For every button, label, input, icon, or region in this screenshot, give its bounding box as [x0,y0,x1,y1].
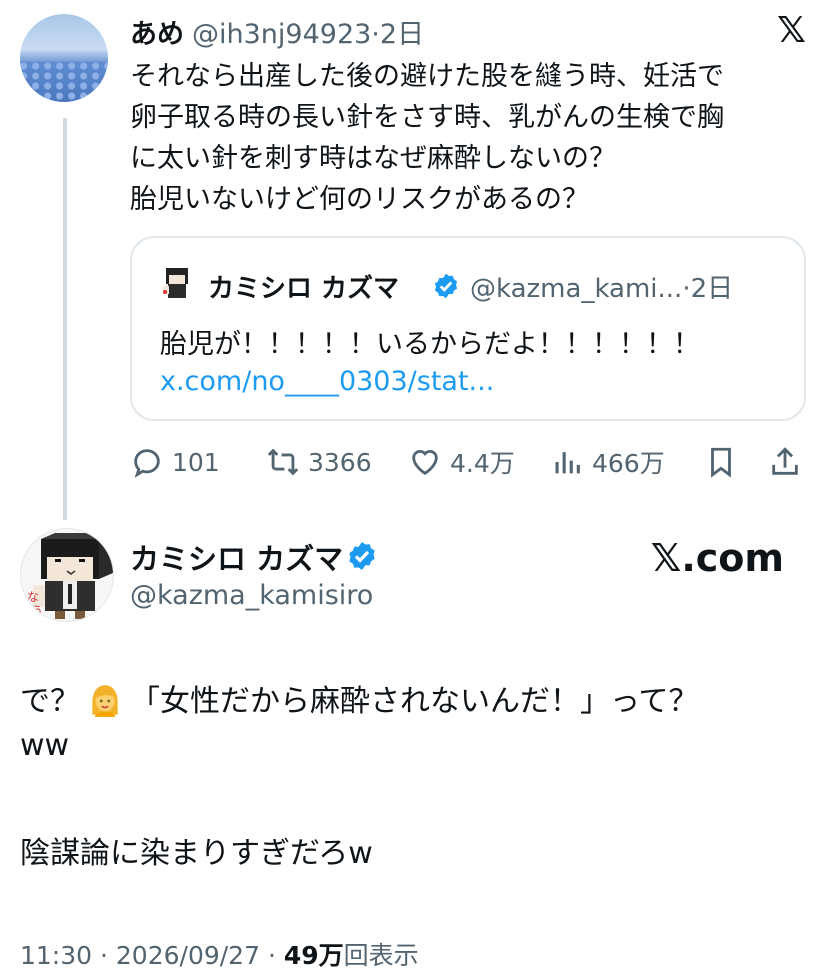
share-button[interactable] [768,440,810,484]
author-name[interactable]: あめ [130,12,184,51]
tweet-text: で？ 「女性だから麻酔されないんだ！」って？ ww 陰謀論に染まりすぎだろw [20,680,810,876]
svg-text:う: う [31,604,43,618]
quoted-author-name: カミシロ カズマ [208,274,400,304]
tweet-line: ww [20,728,70,763]
timestamp[interactable]: 2日 [380,19,424,50]
verified-badge-icon [434,273,458,299]
repost-count: 3366 [308,447,372,477]
avatar[interactable]: な う [20,528,114,622]
view-label: 回表示 [343,941,419,970]
timestamp: 2日 [690,274,734,304]
action-bar: 101 3366 4.4万 466万 [130,440,806,484]
handle-text: @ih3nj94923 [192,19,372,50]
like-button[interactable]: 4.4万 [408,440,515,484]
quoted-link[interactable]: x.com/no____0303/stat... [160,366,494,397]
tweet-text: それなら出産した後の避けた股を縫う時、妊活で 卵子取る時の長い針をさす時、乳がん… [130,56,800,220]
tweet-line: それなら出産した後の避けた股を縫う時、妊活で [130,61,724,92]
svg-text:な: な [27,590,39,604]
x-com-logo: 𝕏.com [650,536,784,580]
repost-button[interactable]: 3366 [266,440,372,484]
separator: · [267,941,276,970]
tweet-meta: 11:30 · 2026/09/27 · 49万回表示 [20,936,419,972]
handle-text: @kazma_kami... [470,274,683,304]
x-logo-icon: 𝕏 [776,10,806,51]
separator: · [371,19,380,50]
author-name[interactable]: カミシロ カズマ [130,536,343,578]
tweet-line: 胎児いないけど何のリスクがあるの？ [130,184,589,215]
thread-line [63,118,67,520]
reply-button[interactable]: 101 [130,440,220,484]
bookmark-icon [711,447,731,478]
bookmark-button[interactable] [704,440,746,484]
separator: · [100,941,108,970]
avatar[interactable] [20,14,108,102]
tweet-line: で？ 「女性だから麻酔されないんだ！」って？ [20,680,810,724]
reply-count: 101 [172,447,220,477]
tweet-line: 陰謀論に染まりすぎだろw [20,836,373,871]
heart-icon [412,450,438,476]
quoted-tweet[interactable]: カミシロ カズマ @kazma_kami...·2日 胎児が！！！！！いるからだ… [130,236,806,421]
author-handle[interactable]: @ih3nj94923·2日 [192,12,424,51]
tweet-line: 卵子取る時の長い針をさす時、乳がんの生検で胸 [130,102,724,133]
quoted-author-handle: @kazma_kami...·2日 [470,268,733,305]
tweet-time[interactable]: 11:30 [20,941,92,970]
quoted-avatar [163,268,188,298]
views-count: 466万 [592,449,665,478]
separator: · [682,274,691,304]
view-count: 49万 [283,941,344,970]
text-segment: で？ [20,684,80,719]
views-button[interactable]: 466万 [550,440,665,484]
text-segment: 「女性だから麻酔されないんだ！」って？ [130,684,699,719]
repost-icon [267,448,299,476]
author-handle[interactable]: @kazma_kamisiro [130,580,373,611]
share-icon [772,447,798,475]
like-count: 4.4万 [450,449,515,478]
quoted-text: 胎児が！！！！！いるからだよ！！！！！！ [160,329,700,360]
tweet-line: に太い針を刺す時はなぜ麻酔しないの？ [130,143,616,174]
woman-emoji-icon [92,685,118,717]
views-icon [555,452,580,474]
verified-badge-icon [349,542,375,570]
reply-icon [134,449,160,478]
tweet-date[interactable]: 2026/09/27 [116,941,260,970]
avatar-illustration: な う [27,533,113,619]
